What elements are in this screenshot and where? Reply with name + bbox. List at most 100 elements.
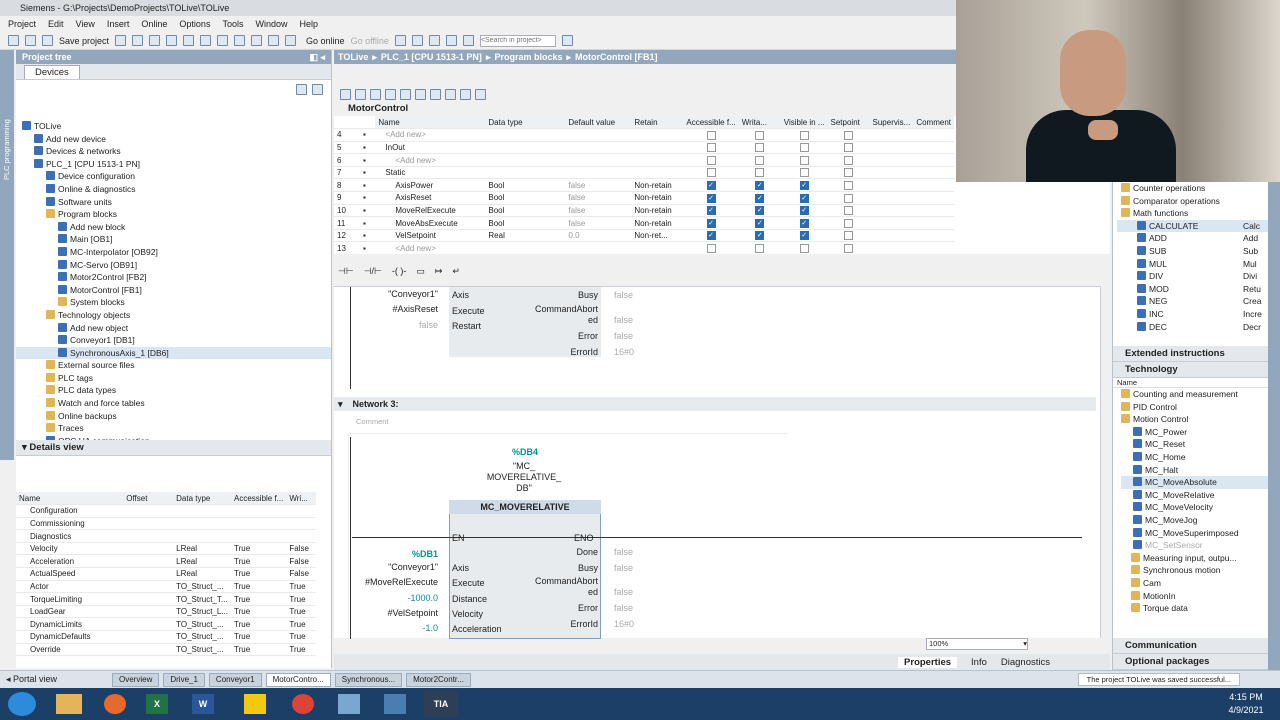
technology-item[interactable]: MC_Reset <box>1121 438 1268 451</box>
technology-item[interactable]: PID Control <box>1121 401 1268 414</box>
checkbox[interactable]: ✓ <box>799 193 809 203</box>
tree-item[interactable]: Add new block <box>16 221 331 234</box>
file-explorer-icon[interactable] <box>56 694 82 714</box>
checkbox[interactable] <box>844 130 854 140</box>
task-card-tabs[interactable] <box>1268 182 1280 688</box>
interface-default[interactable] <box>565 241 632 254</box>
word-icon[interactable]: W <box>192 694 214 714</box>
interface-default[interactable] <box>565 128 632 142</box>
checkbox[interactable] <box>706 130 716 140</box>
editor-tab[interactable]: Motor2Contr... <box>406 672 471 687</box>
interface-type[interactable] <box>485 153 566 167</box>
open-all-networks-icon[interactable] <box>370 88 381 100</box>
interface-default[interactable]: 0.0 <box>565 229 632 243</box>
checkbox[interactable] <box>844 180 854 190</box>
acceleration-value[interactable]: -1.0 <box>334 623 438 633</box>
instruction-item[interactable]: MOD Retu <box>1117 283 1268 296</box>
interface-type[interactable]: Bool <box>485 216 566 230</box>
supervision-cell[interactable] <box>869 241 914 254</box>
details-row[interactable]: Configuration <box>16 504 316 518</box>
checkbox[interactable] <box>755 168 765 178</box>
checkbox[interactable] <box>799 143 809 153</box>
interface-retain[interactable]: Non-retain <box>631 204 684 218</box>
breadcrumb-item[interactable]: TOLive <box>338 52 368 62</box>
interface-name[interactable]: <Add new> <box>375 241 486 254</box>
checkbox[interactable]: ✓ <box>706 218 716 228</box>
checkbox[interactable] <box>755 143 765 153</box>
interface-retain[interactable] <box>631 128 684 142</box>
close-branch-icon[interactable]: ↵ <box>452 266 460 277</box>
instruction-item[interactable]: Math functions <box>1117 207 1268 220</box>
excel-icon[interactable]: X <box>146 694 168 714</box>
interface-default[interactable] <box>565 153 632 167</box>
instruction-item[interactable]: ADD Add <box>1117 232 1268 245</box>
checkbox[interactable]: ✓ <box>706 231 716 241</box>
interface-name[interactable]: VelSetpoint <box>375 229 486 243</box>
open-project-icon[interactable] <box>25 35 36 46</box>
interface-col-header[interactable]: Retain <box>631 116 684 130</box>
checkbox[interactable]: ✓ <box>706 206 716 216</box>
checkbox[interactable]: ✓ <box>799 218 809 228</box>
editor-scrollbar[interactable] <box>1100 286 1110 638</box>
interface-name[interactable]: MoveAbsExecute <box>375 216 486 230</box>
checkbox[interactable]: ✓ <box>706 180 716 190</box>
interface-retain[interactable] <box>631 241 684 254</box>
interface-type[interactable] <box>485 166 566 180</box>
menu-view[interactable]: View <box>76 19 95 29</box>
checkbox[interactable] <box>755 130 765 140</box>
instruction-item[interactable]: INC Incre <box>1117 308 1268 321</box>
axis-tag-nw2[interactable]: "Conveyor1" <box>334 289 438 299</box>
save-icon[interactable] <box>42 35 53 46</box>
interface-type[interactable] <box>485 241 566 254</box>
technology-item[interactable]: MC_Halt <box>1121 464 1268 477</box>
checkbox[interactable]: ✓ <box>755 231 765 241</box>
checkbox[interactable] <box>706 143 716 153</box>
search-icon[interactable] <box>561 35 573 46</box>
technology-item[interactable]: MC_Home <box>1121 451 1268 464</box>
menu-edit[interactable]: Edit <box>48 19 64 29</box>
technology-item[interactable]: MC_MoveSuperimposed <box>1121 527 1268 540</box>
delete-network-icon[interactable] <box>355 88 366 100</box>
checkbox[interactable]: ✓ <box>755 180 765 190</box>
empty-box-icon[interactable]: ▭ <box>416 266 425 277</box>
details-row[interactable]: Actor TO_Struct_... True True <box>16 580 316 594</box>
interface-row[interactable]: 7 ▪ Static <box>334 166 954 180</box>
app-icon[interactable] <box>244 694 266 714</box>
menu-options[interactable]: Options <box>179 19 210 29</box>
supervision-cell[interactable] <box>869 204 914 218</box>
technology-header[interactable]: Technology <box>1113 362 1268 378</box>
interface-row[interactable]: 12 ▪ VelSetpoint Real 0.0 Non-ret... ✓ ✓ ✓ <box>334 229 954 243</box>
details-col-header[interactable]: Accessible f... <box>231 492 287 506</box>
no-contact-icon[interactable]: ⊣/⊢ <box>364 266 382 277</box>
tree-item[interactable]: Add new object <box>16 322 331 335</box>
exec-tag-nw3[interactable]: #MoveRelExecute <box>334 577 438 587</box>
checkbox[interactable] <box>844 243 854 253</box>
technology-item[interactable]: MotionIn <box>1121 590 1268 603</box>
instruction-item[interactable]: MUL Mul <box>1117 258 1268 271</box>
checkbox[interactable] <box>799 168 809 178</box>
interface-retain[interactable] <box>631 141 684 155</box>
technology-item[interactable]: Torque data <box>1121 602 1268 615</box>
technology-item[interactable]: MC_MoveVelocity <box>1121 501 1268 514</box>
tree-item[interactable]: TOLive <box>16 120 331 133</box>
details-row[interactable]: Diagnostics <box>16 529 316 543</box>
interface-name[interactable]: Static <box>375 166 486 180</box>
devices-tab[interactable]: Devices <box>24 65 80 79</box>
checkbox[interactable] <box>799 130 809 140</box>
interface-default[interactable]: false <box>565 216 632 230</box>
supervision-cell[interactable] <box>869 166 914 180</box>
network-3-header[interactable]: ▾ Network 3: <box>334 397 1096 411</box>
supervision-cell[interactable] <box>869 191 914 205</box>
checkbox[interactable] <box>844 168 854 178</box>
technology-item[interactable]: MC_Power <box>1121 426 1268 439</box>
instance-db-name[interactable]: "MC_ MOVERELATIVE_ DB" <box>484 461 564 494</box>
interface-type[interactable]: Bool <box>485 178 566 193</box>
nc-contact-icon[interactable]: ⊣⊢ <box>338 266 354 277</box>
checkbox[interactable] <box>844 143 854 153</box>
tree-item[interactable]: MotorControl [FB1] <box>16 284 331 297</box>
tree-item[interactable]: PLC_1 [CPU 1513-1 PN] <box>16 158 331 171</box>
comment-cell[interactable] <box>913 216 954 230</box>
tree-item[interactable]: Technology objects <box>16 309 331 322</box>
tree-item[interactable]: Motor2Control [FB2] <box>16 271 331 284</box>
comment-cell[interactable] <box>913 191 954 205</box>
